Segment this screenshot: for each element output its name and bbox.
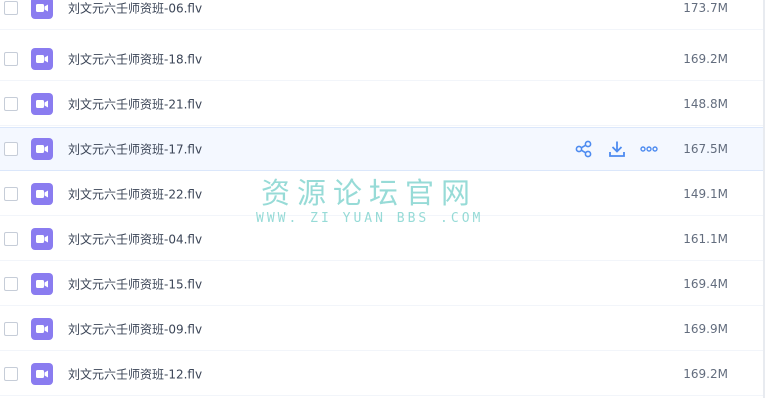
row-checkbox[interactable] <box>4 231 18 246</box>
file-size: 169.9M <box>683 321 728 336</box>
file-row[interactable]: 刘文元六壬师资班-09.flv 169.9M <box>0 307 765 351</box>
share-icon[interactable] <box>574 140 594 158</box>
file-name[interactable]: 刘文元六壬师资班-21.flv <box>68 95 202 112</box>
file-size: 173.7M <box>683 0 728 15</box>
video-file-icon <box>31 227 53 250</box>
file-row[interactable]: 刘文元六壬师资班-06.flv 173.7M <box>0 0 765 30</box>
file-name[interactable]: 刘文元六壬师资班-18.flv <box>68 50 202 67</box>
file-size: 149.1M <box>683 186 728 201</box>
file-name[interactable]: 刘文元六壬师资班-09.flv <box>68 320 202 337</box>
file-size: 169.2M <box>683 51 728 66</box>
file-name[interactable]: 刘文元六壬师资班-12.flv <box>68 365 202 382</box>
more-icon[interactable] <box>639 140 659 158</box>
file-row[interactable]: 刘文元六壬师资班-21.flv 148.8M <box>0 82 765 126</box>
file-size: 161.1M <box>683 231 728 246</box>
file-name[interactable]: 刘文元六壬师资班-04.flv <box>68 230 202 247</box>
video-file-icon <box>31 47 53 70</box>
video-file-icon <box>31 362 53 385</box>
download-icon[interactable] <box>607 140 627 158</box>
file-row[interactable]: 刘文元六壬师资班-12.flv 169.2M <box>0 352 765 396</box>
file-size: 169.2M <box>683 366 728 381</box>
video-file-icon <box>31 0 53 19</box>
file-row[interactable]: 刘文元六壬师资班-22.flv 149.1M <box>0 172 765 216</box>
file-size: 167.5M <box>683 142 728 156</box>
file-row[interactable]: 刘文元六壬师资班-18.flv 169.2M <box>0 37 765 81</box>
row-checkbox[interactable] <box>4 366 18 381</box>
file-row[interactable]: 刘文元六壬师资班-15.flv 169.4M <box>0 262 765 306</box>
file-size: 169.4M <box>683 276 728 291</box>
row-checkbox[interactable] <box>4 51 18 66</box>
video-file-icon <box>31 272 53 295</box>
video-file-icon <box>31 138 53 160</box>
row-checkbox[interactable] <box>4 142 18 156</box>
file-name[interactable]: 刘文元六壬师资班-17.flv <box>68 141 202 158</box>
row-checkbox[interactable] <box>4 96 18 111</box>
file-size: 148.8M <box>683 96 728 111</box>
video-file-icon <box>31 317 53 340</box>
file-name[interactable]: 刘文元六壬师资班-06.flv <box>68 0 202 16</box>
file-row[interactable]: 刘文元六壬师资班-04.flv 161.1M <box>0 217 765 261</box>
row-checkbox[interactable] <box>4 276 18 291</box>
row-checkbox[interactable] <box>4 0 18 15</box>
file-name[interactable]: 刘文元六壬师资班-22.flv <box>68 185 202 202</box>
row-checkbox[interactable] <box>4 321 18 336</box>
file-name[interactable]: 刘文元六壬师资班-15.flv <box>68 275 202 292</box>
video-file-icon <box>31 92 53 115</box>
file-row-hovered[interactable]: 刘文元六壬师资班-17.flv 167.5M <box>0 127 765 171</box>
video-file-icon <box>31 182 53 205</box>
row-checkbox[interactable] <box>4 186 18 201</box>
